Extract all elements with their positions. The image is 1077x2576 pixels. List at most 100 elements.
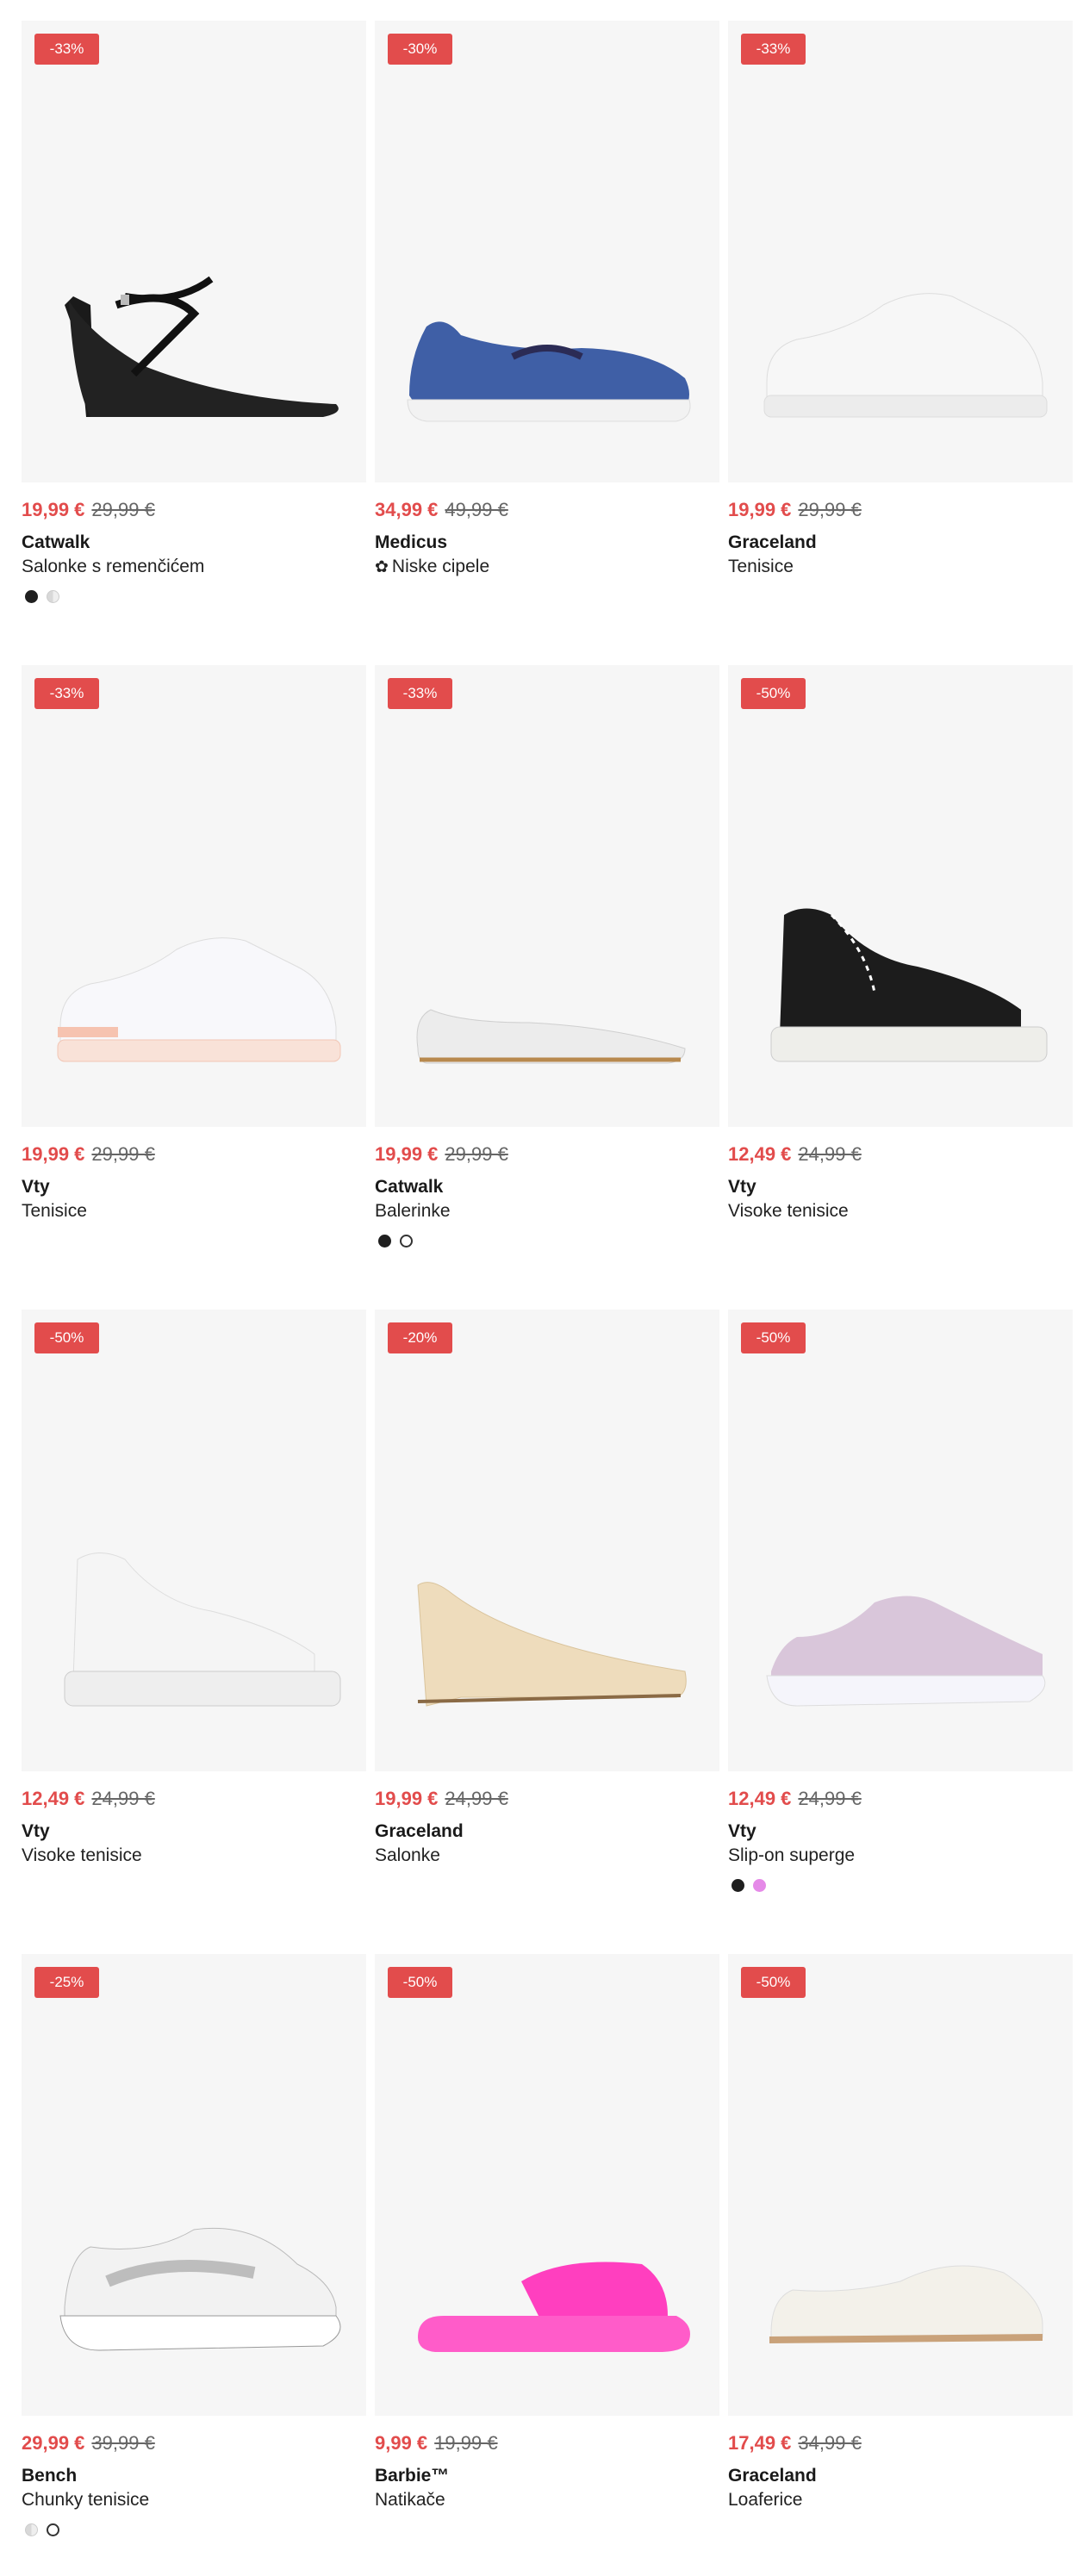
discount-badge: -50% (741, 678, 806, 709)
product-image[interactable]: -20% (375, 1310, 719, 1771)
product-image[interactable]: -33% (22, 21, 366, 482)
swatch-grey[interactable] (47, 590, 59, 603)
price-row: 19,99 € 29,99 € (22, 497, 155, 523)
swatch-black[interactable] (25, 590, 38, 603)
color-swatches (378, 1235, 421, 1248)
product-card[interactable]: -50% 17,49 € 34,99 € Graceland Loaferice (728, 1954, 1073, 2557)
price-row: 9,99 € 19,99 € (375, 2430, 498, 2456)
product-brand: Graceland (728, 2466, 817, 2486)
swatch-white[interactable] (400, 1235, 413, 1248)
product-brand: Medicus (375, 532, 448, 552)
knit-lilac-shoe (766, 1596, 1046, 1707)
product-type: Salonke (375, 1845, 440, 1865)
loafer-cream-shoe (769, 2265, 1043, 2343)
product-type: Salonke s remenčićem (22, 557, 205, 576)
product-type: Balerinke (375, 1201, 451, 1221)
swatch-black[interactable] (731, 1879, 744, 1892)
product-type: Slip-on superge (728, 1845, 856, 1865)
product-type-label: Niske cipele (391, 557, 490, 576)
ballet-silver-shoe (416, 1009, 686, 1064)
product-image[interactable]: -50% (728, 665, 1073, 1127)
product-type: Chunky tenisice (22, 2490, 150, 2510)
discount-badge: -50% (741, 1967, 806, 1998)
old-price: 24,99 € (798, 1143, 862, 1165)
product-card[interactable]: -33% 19,99 € 29,99 € Catwalk Balerinke (375, 665, 719, 1268)
eco-icon: ✿ (375, 558, 389, 576)
hightop-white-shoe (64, 1552, 341, 1707)
discount-badge: -50% (388, 1967, 452, 1998)
product-card[interactable]: -50% 9,99 € 19,99 € Barbie™ Natikače (375, 1954, 719, 2557)
current-price: 19,99 € (375, 1143, 439, 1165)
loafer-blue-shoe (407, 321, 691, 422)
current-price: 19,99 € (22, 499, 85, 520)
discount-badge: -30% (388, 34, 452, 65)
product-type: Visoke tenisice (22, 1845, 142, 1865)
current-price: 19,99 € (375, 1788, 439, 1809)
discount-badge: -25% (34, 1967, 99, 1998)
old-price: 29,99 € (445, 1143, 508, 1165)
product-type: Loaferice (728, 2490, 803, 2510)
product-image[interactable]: -30% (375, 21, 719, 482)
product-brand: Graceland (375, 1821, 464, 1841)
product-card[interactable]: -33% 19,99 € 29,99 € Vty Tenisice (22, 665, 366, 1268)
product-type: Tenisice (728, 557, 794, 576)
current-price: 34,99 € (375, 499, 439, 520)
product-image[interactable]: -50% (375, 1954, 719, 2416)
price-row: 17,49 € 34,99 € (728, 2430, 862, 2456)
chunky-white-shoe (59, 2227, 341, 2351)
product-image[interactable]: -33% (728, 21, 1073, 482)
old-price: 39,99 € (91, 2432, 155, 2454)
discount-badge: -50% (741, 1322, 806, 1353)
product-card[interactable]: -50% 12,49 € 24,99 € Vty Visoke tenisice (22, 1310, 366, 1913)
product-row: -25% 29,99 € 39,99 € Bench Chunky tenisic… (22, 1954, 1073, 2557)
product-card[interactable]: -30% 34,99 € 49,99 € Medicus ✿ Niske cipel… (375, 21, 719, 624)
product-card[interactable]: -50% 12,49 € 24,99 € Vty Visoke tenisice (728, 665, 1073, 1268)
current-price: 12,49 € (728, 1788, 792, 1809)
product-type: Visoke tenisice (728, 1201, 849, 1221)
swatch-white[interactable] (47, 2523, 59, 2536)
product-card[interactable]: -33% 19,99 € 29,99 € Graceland Tenisice (728, 21, 1073, 624)
current-price: 12,49 € (22, 1788, 85, 1809)
product-card[interactable]: -33% 19,99 € 29,99 € Catwalk Salonke s re… (22, 21, 366, 624)
swatch-pink[interactable] (753, 1879, 766, 1892)
current-price: 29,99 € (22, 2432, 85, 2454)
price-row: 19,99 € 24,99 € (375, 1786, 508, 1812)
hightop-black-shoe (770, 908, 1048, 1062)
product-card[interactable]: -25% 29,99 € 39,99 € Bench Chunky tenisic… (22, 1954, 366, 2557)
price-row: 12,49 € 24,99 € (728, 1786, 862, 1812)
product-image[interactable]: -50% (22, 1310, 366, 1771)
old-price: 19,99 € (434, 2432, 498, 2454)
product-brand: Bench (22, 2466, 78, 2486)
product-brand: Vty (22, 1177, 50, 1197)
product-brand: Graceland (728, 532, 817, 552)
product-image[interactable]: -25% (22, 1954, 366, 2416)
color-swatches (25, 2523, 68, 2537)
product-image[interactable]: -50% (728, 1954, 1073, 2416)
product-row: -33% 19,99 € 29,99 € Catwalk Salonke s re… (22, 21, 1073, 624)
sneaker-peach-shoe (57, 937, 341, 1062)
price-row: 34,99 € 49,99 € (375, 497, 508, 523)
product-card[interactable]: -50% 12,49 € 24,99 € Vty Slip-on superge (728, 1310, 1073, 1913)
current-price: 9,99 € (375, 2432, 428, 2454)
product-brand: Vty (22, 1821, 50, 1841)
discount-badge: -50% (34, 1322, 99, 1353)
swatch-grey[interactable] (25, 2523, 38, 2536)
price-row: 19,99 € 29,99 € (22, 1142, 155, 1167)
product-image[interactable]: -33% (375, 665, 719, 1127)
product-row: -33% 19,99 €29,99 € Vty Tenisice -33% 19… (22, 665, 1073, 1268)
product-brand: Vty (728, 1821, 756, 1841)
product-row: -50% 12,49 €24,99 € Vty Visoke tenisice … (22, 1310, 1073, 1913)
product-image[interactable]: -50% (728, 1310, 1073, 1771)
current-price: 19,99 € (728, 499, 792, 520)
swatch-black[interactable] (378, 1235, 391, 1248)
price-row: 19,99 € 29,99 € (728, 497, 862, 523)
discount-badge: -33% (34, 34, 99, 65)
old-price: 29,99 € (91, 1143, 155, 1165)
product-brand: Barbie™ (375, 2466, 450, 2486)
discount-badge: -33% (34, 678, 99, 709)
old-price: 24,99 € (798, 1788, 862, 1809)
old-price: 29,99 € (798, 499, 862, 520)
product-image[interactable]: -33% (22, 665, 366, 1127)
product-card[interactable]: -20% 19,99 € 24,99 € Graceland Salonke (375, 1310, 719, 1913)
product-type: ✿ Niske cipele (375, 555, 489, 580)
